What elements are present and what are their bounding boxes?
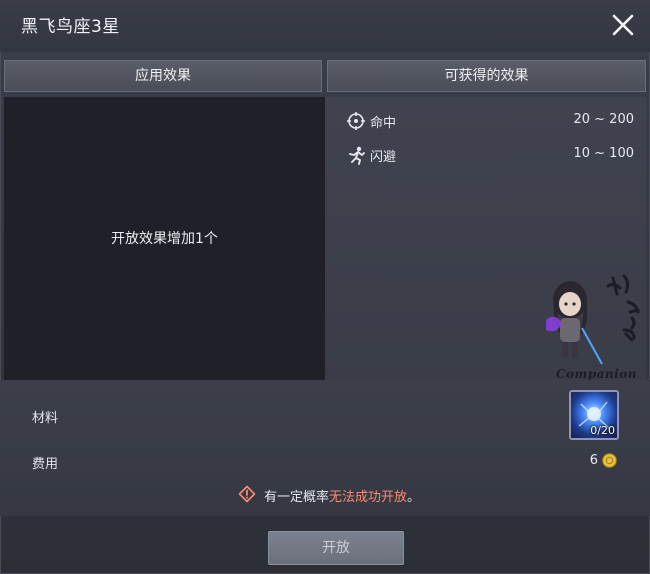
close-icon [612,14,634,36]
tab-applied-effect[interactable]: 应用效果 [4,60,322,92]
companion-mascot-watermark [546,274,640,365]
warning-prefix: 有一定概率 [264,490,330,505]
warning-highlight: 无法成功开放 [329,490,408,505]
material-label: 材料 [32,411,59,426]
effect-name: 闪避 [370,150,397,165]
cost-label: 费用 [32,457,59,472]
applied-effect-text: 开放效果增加1个 [111,231,218,247]
warning-text: 有一定概率无法成功开放。 [264,486,420,505]
dialog-title: 黑飞鸟座3星 [21,17,120,37]
cost-value: 6 [589,453,598,468]
constellation-dialog: 黑飞鸟座3星 应用效果 可获得的效果 开放效果增加1个 命中 20 ~ 200 [0,0,650,574]
title-bar: 黑飞鸟座3星 [0,0,650,52]
tab-obtainable-effect[interactable]: 可获得的效果 [327,60,646,92]
applied-effect-panel: 开放效果增加1个 [4,97,325,380]
warning-icon [238,485,256,503]
effect-name: 命中 [370,116,397,131]
effect-row-accuracy: 命中 20 ~ 200 [346,111,634,131]
material-count: 0/20 [590,424,615,437]
gold-coin-icon [602,453,617,468]
warning-suffix: 。 [407,490,421,505]
dodge-runner-icon [349,146,365,165]
close-button[interactable] [610,12,636,38]
effect-range: 10 ~ 100 [573,146,634,161]
crosshair-icon [347,112,365,130]
effect-row-evasion: 闪避 10 ~ 100 [346,145,634,165]
material-slot[interactable]: 0/20 [569,390,619,440]
companion-watermark-label: Companion [556,367,637,381]
open-button[interactable]: 开放 [268,531,404,565]
effect-range: 20 ~ 200 [573,112,634,127]
